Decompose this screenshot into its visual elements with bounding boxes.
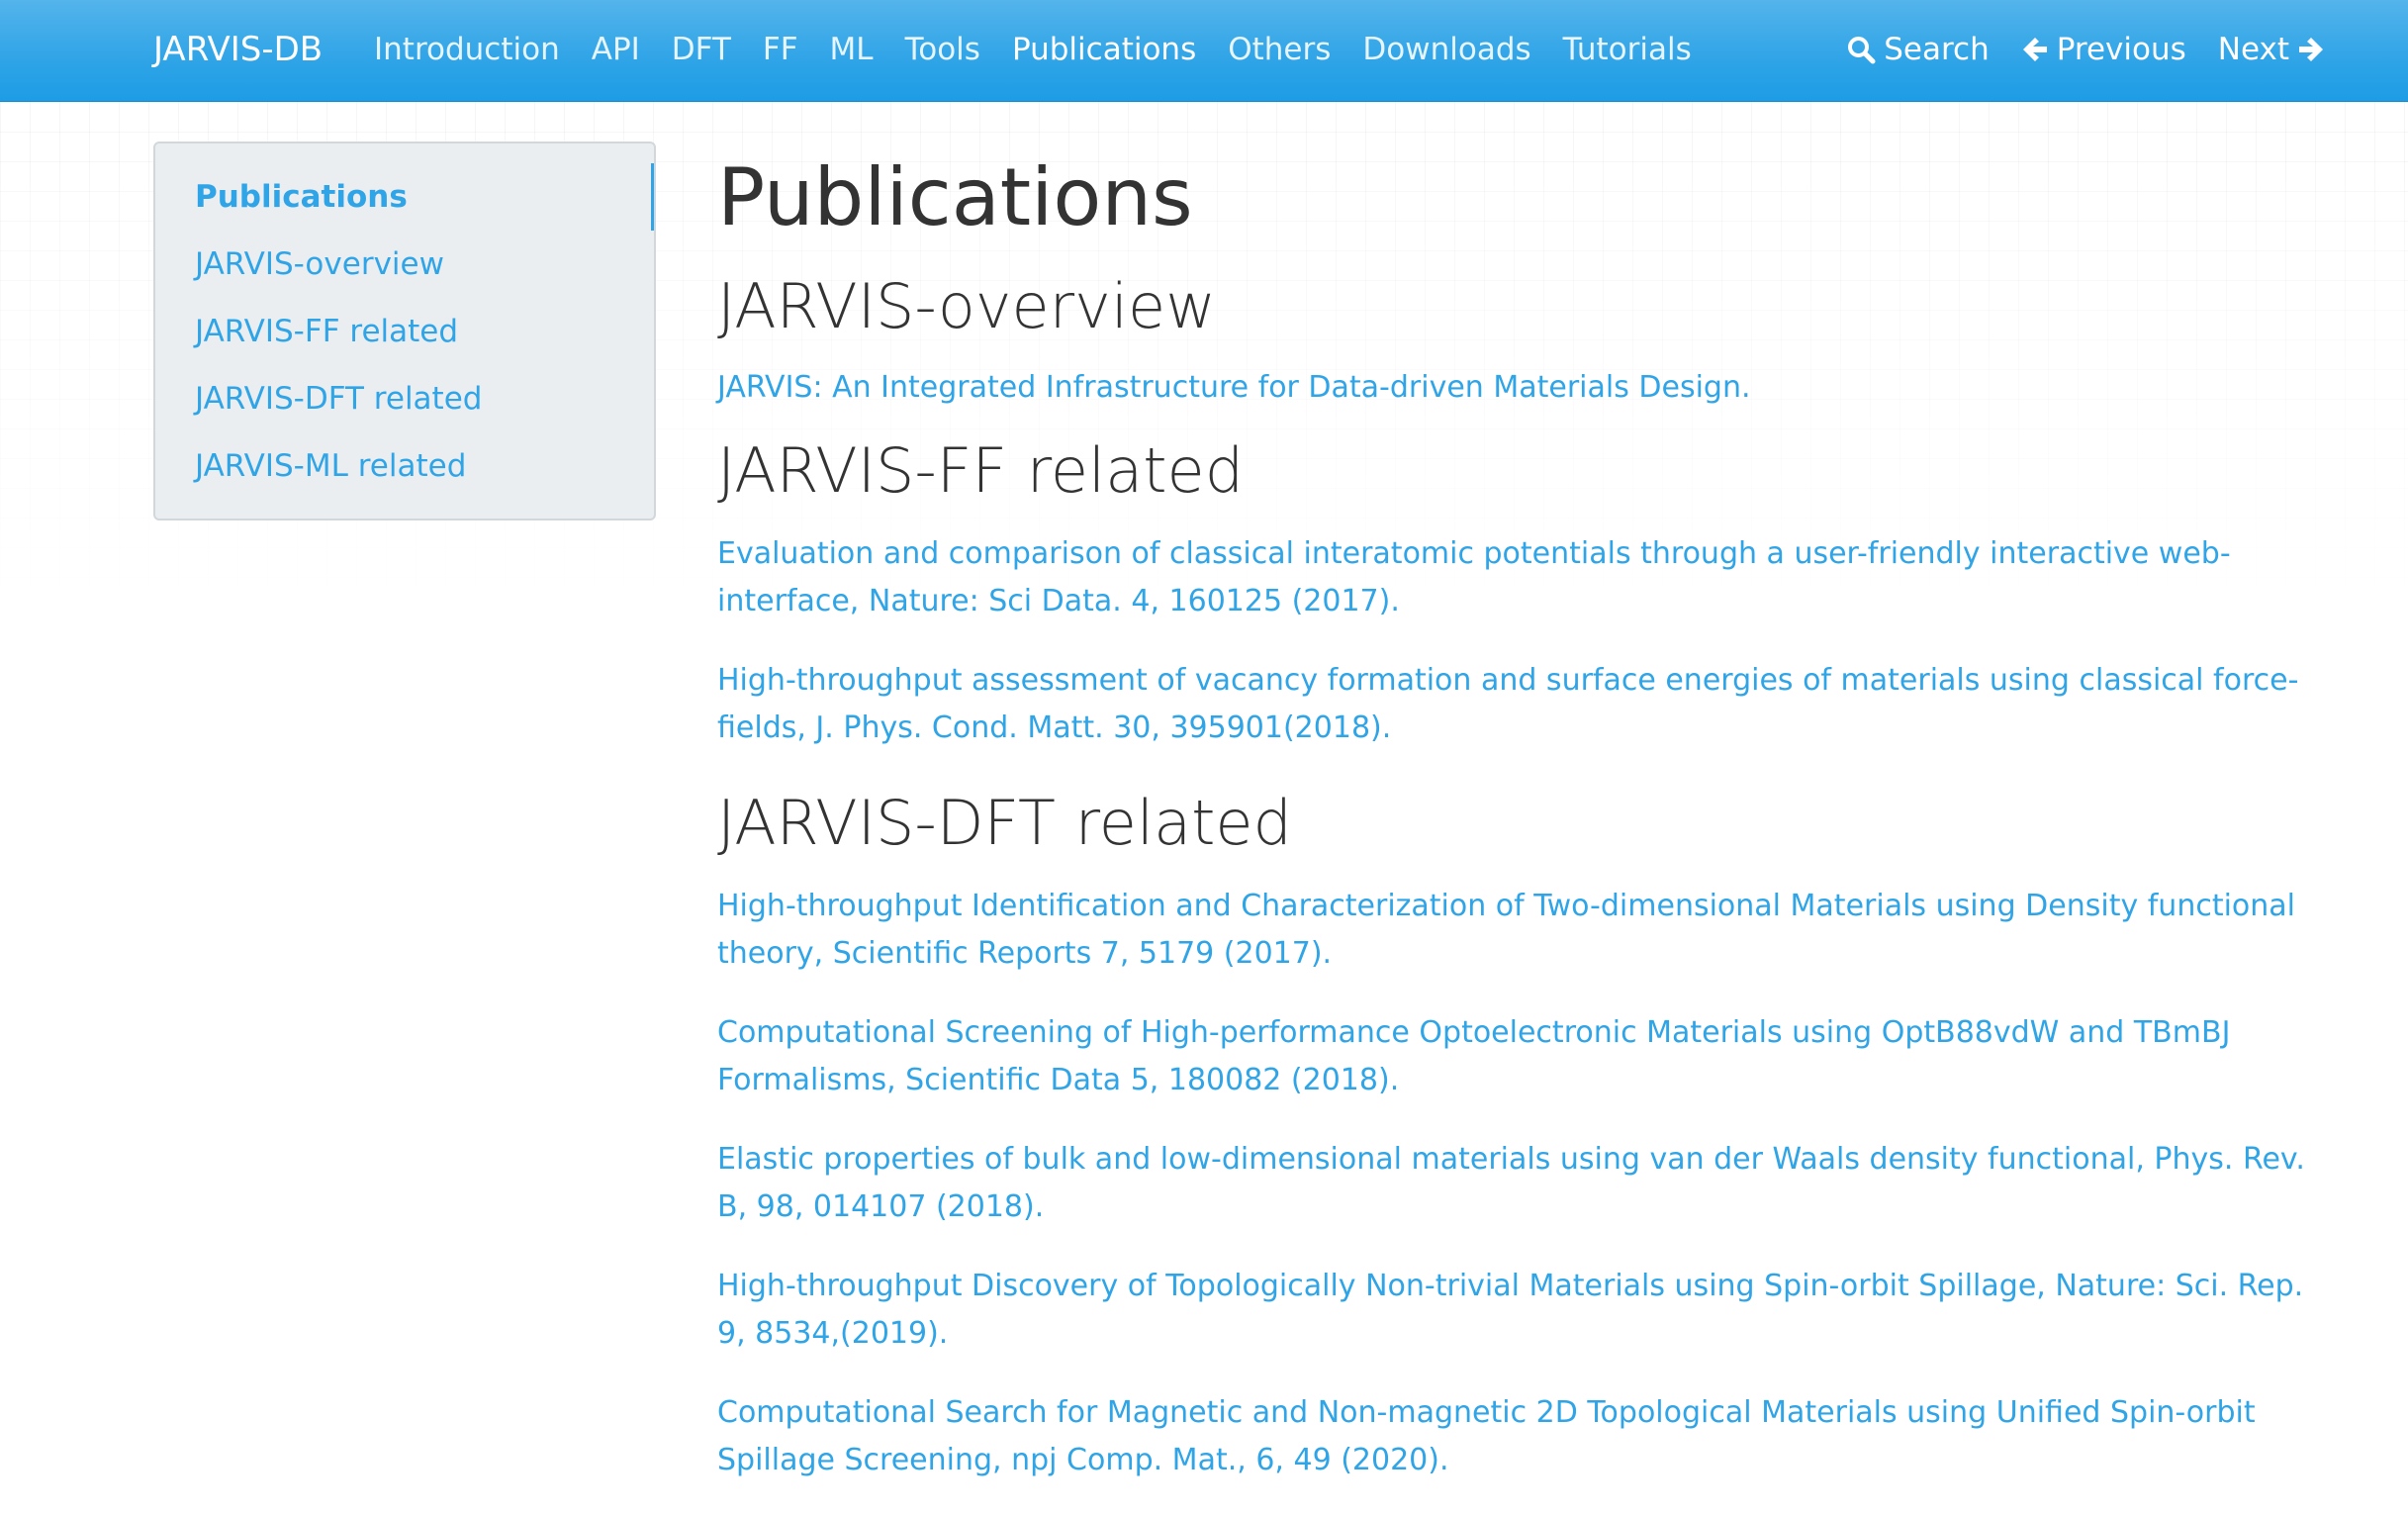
search-button[interactable]: Search — [1830, 0, 2005, 99]
publication-list: JARVIS: An Integrated Infrastructure for… — [717, 364, 2340, 412]
nav-item-ml: ML — [814, 0, 889, 99]
nav-link-tools[interactable]: Tools — [889, 0, 996, 99]
arrow-right-icon — [2297, 36, 2325, 63]
next-label: Next — [2217, 32, 2289, 67]
section-heading: JARVIS-DFT related — [717, 787, 1292, 859]
list-item: Computational Screening of High-performa… — [717, 1009, 2340, 1104]
nav-item-publications: Publications — [996, 0, 1212, 99]
sidebar-item-jarvis-ml-related[interactable]: JARVIS-ML related — [155, 432, 654, 500]
search-icon — [1846, 35, 1876, 64]
publication-list: Evaluation and comparison of classical i… — [717, 530, 2340, 752]
list-item: Computational Search for Magnetic and No… — [717, 1389, 2340, 1484]
nav-link-ml[interactable]: ML — [814, 0, 889, 99]
nav-item-ff: FF — [747, 0, 814, 99]
publication-link[interactable]: High-throughput Identification and Chara… — [717, 883, 2340, 978]
nav-link-api[interactable]: API — [576, 0, 656, 99]
section-jarvis-overview: JARVIS-overview JARVIS: An Integrated In… — [717, 267, 2340, 412]
previous-button[interactable]: Previous — [2005, 0, 2202, 99]
arrow-left-icon — [2021, 36, 2049, 63]
search-label: Search — [1884, 32, 1990, 67]
section-jarvis-dft-related: JARVIS-DFT related High-throughput Ident… — [717, 784, 2340, 1484]
list-item: High-throughput assessment of vacancy fo… — [717, 657, 2340, 752]
list-item: High-throughput Identification and Chara… — [717, 883, 2340, 978]
list-item: JARVIS: An Integrated Infrastructure for… — [717, 364, 2340, 412]
nav-link-tutorials[interactable]: Tutorials — [1547, 0, 1708, 99]
nav-link-publications[interactable]: Publications — [996, 0, 1212, 99]
publication-link[interactable]: High-throughput Discovery of Topological… — [717, 1263, 2340, 1358]
nav-item-introduction: Introduction — [358, 0, 576, 99]
nav-link-others[interactable]: Others — [1212, 0, 1346, 99]
list-item: Elastic properties of bulk and low-dimen… — [717, 1136, 2340, 1231]
nav-item-tutorials: Tutorials — [1547, 0, 1708, 99]
list-item: Evaluation and comparison of classical i… — [717, 530, 2340, 625]
nav-link-introduction[interactable]: Introduction — [358, 0, 576, 99]
nav-item-tools: Tools — [889, 0, 996, 99]
section-jarvis-ff-related: JARVIS-FF related Evaluation and compari… — [717, 431, 2340, 752]
nav-item-downloads: Downloads — [1346, 0, 1546, 99]
publication-list: High-throughput Identification and Chara… — [717, 883, 2340, 1484]
section-heading: JARVIS-overview — [717, 270, 1216, 342]
page-title: Publications — [717, 151, 1193, 243]
nav-link-downloads[interactable]: Downloads — [1346, 0, 1546, 99]
nav-item-api: API — [576, 0, 656, 99]
nav-link-dft[interactable]: DFT — [656, 0, 747, 99]
publication-link[interactable]: JARVIS: An Integrated Infrastructure for… — [717, 364, 2340, 412]
publication-link[interactable]: High-throughput assessment of vacancy fo… — [717, 657, 2340, 752]
publication-link[interactable]: Elastic properties of bulk and low-dimen… — [717, 1136, 2340, 1231]
top-navbar: JARVIS-DB Introduction API DFT FF ML Too… — [0, 0, 2408, 102]
next-button[interactable]: Next — [2202, 0, 2341, 99]
publication-link[interactable]: Computational Screening of High-performa… — [717, 1009, 2340, 1104]
sidebar-item-jarvis-ff-related[interactable]: JARVIS-FF related — [155, 298, 654, 365]
main-content: Publications JARVIS-overview JARVIS: An … — [717, 139, 2340, 1516]
nav-right-actions: Search Previous Next — [1830, 0, 2341, 99]
section-heading: JARVIS-FF related — [717, 434, 1245, 507]
previous-label: Previous — [2056, 32, 2186, 67]
nav-link-ff[interactable]: FF — [747, 0, 814, 99]
sidebar-item-publications[interactable]: Publications — [155, 163, 654, 231]
publication-link[interactable]: Computational Search for Magnetic and No… — [717, 1389, 2340, 1484]
brand-link[interactable]: JARVIS-DB — [153, 0, 323, 99]
sidebar-item-jarvis-overview[interactable]: JARVIS-overview — [155, 231, 654, 298]
nav-item-others: Others — [1212, 0, 1346, 99]
toc-sidebar: Publications JARVIS-overview JARVIS-FF r… — [153, 142, 656, 521]
list-item: High-throughput Discovery of Topological… — [717, 1263, 2340, 1358]
nav-item-dft: DFT — [656, 0, 747, 99]
main-nav: Introduction API DFT FF ML Tools Publica… — [358, 0, 1708, 99]
publication-link[interactable]: Evaluation and comparison of classical i… — [717, 530, 2340, 625]
sidebar-item-jarvis-dft-related[interactable]: JARVIS-DFT related — [155, 365, 654, 432]
